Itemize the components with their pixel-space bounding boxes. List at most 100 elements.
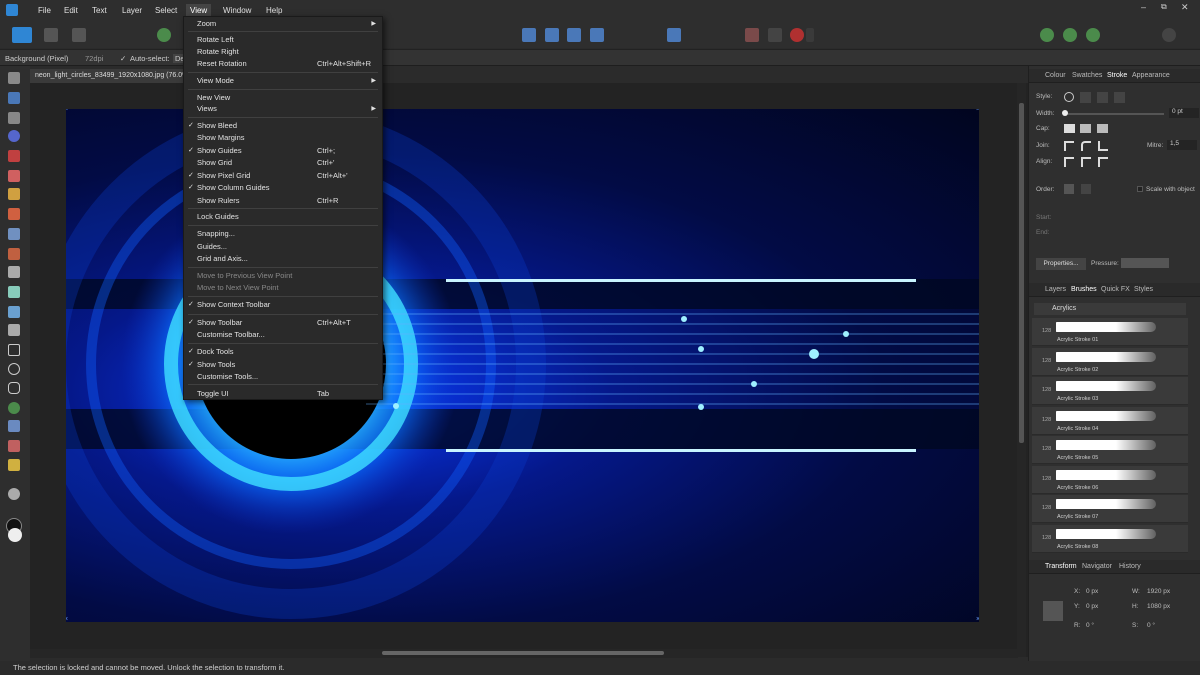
square-cap-icon[interactable] bbox=[1097, 124, 1108, 133]
chevron-down-icon[interactable] bbox=[806, 28, 814, 42]
eyedropper-icon[interactable] bbox=[8, 440, 20, 452]
view-menu-item[interactable]: ✓ Show Bleed bbox=[184, 120, 382, 132]
view-menu-item[interactable]: Views ▶ bbox=[184, 103, 382, 115]
erase-brush-icon[interactable] bbox=[8, 208, 20, 220]
selection-handle-tr[interactable]: × bbox=[976, 109, 979, 113]
view-menu-item[interactable]: Rotate Right bbox=[184, 46, 382, 58]
app-logo-icon[interactable] bbox=[6, 4, 18, 16]
brush-category-dropdown[interactable]: Acrylics bbox=[1034, 303, 1186, 315]
tab-stroke[interactable]: Stroke bbox=[1107, 72, 1127, 79]
pressure-curve[interactable] bbox=[1121, 258, 1169, 268]
no-stroke-icon[interactable] bbox=[1064, 92, 1074, 102]
texture-line-icon[interactable] bbox=[1114, 92, 1125, 103]
bevel-join-icon[interactable] bbox=[1098, 141, 1108, 151]
tab-appearance[interactable]: Appearance bbox=[1132, 72, 1170, 79]
tab-navigator[interactable]: Navigator bbox=[1082, 563, 1112, 570]
properties-button[interactable]: Properties... bbox=[1036, 258, 1086, 270]
butt-cap-icon[interactable] bbox=[1064, 124, 1075, 133]
tab-layers[interactable]: Layers bbox=[1045, 286, 1066, 293]
align-icon[interactable] bbox=[667, 28, 681, 42]
view-menu-item[interactable]: Rotate Left bbox=[184, 34, 382, 46]
view-menu-item[interactable]: ✓ Show Guides Ctrl+; bbox=[184, 145, 382, 157]
crop-icon[interactable] bbox=[745, 28, 759, 42]
tab-styles[interactable]: Styles bbox=[1134, 286, 1153, 293]
minimize-icon[interactable]: – bbox=[1141, 2, 1146, 12]
menu-edit[interactable]: Edit bbox=[60, 4, 82, 18]
miter-join-icon[interactable] bbox=[1064, 141, 1074, 151]
brush-item[interactable]: 128 Acrylic Stroke 02 bbox=[1032, 347, 1188, 376]
rectangle-tool-icon[interactable] bbox=[8, 344, 20, 356]
mesh-warp-icon[interactable] bbox=[8, 402, 20, 414]
restore-icon[interactable]: ⧉ bbox=[1161, 2, 1167, 12]
view-menu-item[interactable]: ✓ Dock Tools bbox=[184, 346, 382, 358]
tab-quick-fx[interactable]: Quick FX bbox=[1101, 286, 1130, 293]
ellipse-tool-icon[interactable] bbox=[8, 363, 20, 375]
pixel-persona-icon[interactable] bbox=[44, 28, 58, 42]
selection-handle-tl[interactable]: × bbox=[66, 109, 69, 113]
horizontal-scrollbar[interactable] bbox=[30, 649, 1018, 658]
menu-select[interactable]: Select bbox=[151, 4, 181, 18]
assistant-icon[interactable] bbox=[1086, 28, 1100, 42]
view-menu-item[interactable]: Snapping... bbox=[184, 228, 382, 240]
flip-horizontal-icon[interactable] bbox=[522, 28, 536, 42]
tab-history[interactable]: History bbox=[1119, 563, 1141, 570]
shape-tool-icon[interactable] bbox=[8, 382, 20, 394]
tab-swatches[interactable]: Swatches bbox=[1072, 72, 1102, 79]
dashed-line-icon[interactable] bbox=[1097, 92, 1108, 103]
selection-handle-bl[interactable]: × bbox=[66, 616, 69, 622]
flip-vertical-icon[interactable] bbox=[545, 28, 559, 42]
gradient-icon[interactable] bbox=[8, 306, 20, 318]
view-menu-item[interactable]: ✓ Show Context Toolbar bbox=[184, 299, 382, 311]
round-cap-icon[interactable] bbox=[1080, 124, 1091, 133]
gear-icon[interactable] bbox=[157, 28, 171, 42]
photo-persona-icon[interactable] bbox=[12, 27, 32, 43]
menu-text[interactable]: Text bbox=[88, 4, 111, 18]
view-menu-item[interactable]: Lock Guides bbox=[184, 211, 382, 223]
zoom-tool-icon[interactable] bbox=[8, 488, 20, 500]
view-menu-item[interactable]: Toggle UI Tab bbox=[184, 388, 382, 400]
view-menu-item[interactable]: Show Rulers Ctrl+R bbox=[184, 195, 382, 207]
round-join-icon[interactable] bbox=[1081, 141, 1091, 151]
smudge-icon[interactable] bbox=[8, 248, 20, 260]
view-menu-item[interactable]: View Mode ▶ bbox=[184, 75, 382, 87]
align-center-icon[interactable] bbox=[1064, 157, 1074, 167]
align-outside-icon[interactable] bbox=[1098, 157, 1108, 167]
quick-mask-icon[interactable] bbox=[1040, 28, 1054, 42]
ruler-icon[interactable] bbox=[8, 459, 20, 471]
rotate-left-icon[interactable] bbox=[567, 28, 581, 42]
h-field[interactable]: 1080 px bbox=[1147, 603, 1170, 610]
order-behind-icon[interactable] bbox=[1064, 184, 1074, 194]
brush-item[interactable]: 128 Acrylic Stroke 06 bbox=[1032, 465, 1188, 494]
menu-layer[interactable]: Layer bbox=[118, 4, 146, 18]
brush-item[interactable]: 128 Acrylic Stroke 01 bbox=[1032, 318, 1188, 346]
y-field[interactable]: 0 px bbox=[1086, 603, 1098, 610]
brush-item[interactable]: 128 Acrylic Stroke 05 bbox=[1032, 436, 1188, 464]
solid-line-icon[interactable] bbox=[1080, 92, 1091, 103]
view-menu-item[interactable]: Show Grid Ctrl+' bbox=[184, 157, 382, 169]
align-inside-icon[interactable] bbox=[1081, 157, 1091, 167]
paint-brush-icon[interactable] bbox=[8, 170, 20, 182]
magnet-icon[interactable] bbox=[790, 28, 804, 42]
view-menu-item[interactable]: Guides... bbox=[184, 241, 382, 253]
view-menu-item[interactable]: ✓ Show Column Guides bbox=[184, 182, 382, 194]
dodge-icon[interactable] bbox=[8, 228, 20, 240]
color-picker-icon[interactable] bbox=[8, 130, 20, 142]
anchor-point-icon[interactable] bbox=[1043, 601, 1063, 621]
view-menu-item[interactable]: Reset Rotation Ctrl+Alt+Shift+R bbox=[184, 58, 382, 70]
healing-icon[interactable] bbox=[8, 286, 20, 298]
order-front-icon[interactable] bbox=[1081, 184, 1091, 194]
crop-tool-icon[interactable] bbox=[8, 324, 20, 336]
move-tool-icon[interactable] bbox=[8, 72, 20, 84]
scale-checkbox[interactable] bbox=[1137, 186, 1143, 192]
view-menu-item[interactable]: Customise Toolbar... bbox=[184, 329, 382, 341]
vertical-scrollbar[interactable] bbox=[1017, 83, 1026, 657]
view-menu-item[interactable]: ✓ Show Pixel Grid Ctrl+Alt+' bbox=[184, 170, 382, 182]
menu-file[interactable]: File bbox=[34, 4, 55, 18]
tab-colour[interactable]: Colour bbox=[1045, 72, 1066, 79]
view-menu-item[interactable]: ✓ Show Tools bbox=[184, 359, 382, 371]
liquify-persona-icon[interactable] bbox=[72, 28, 86, 42]
clone-icon[interactable] bbox=[8, 266, 20, 278]
mitre-field[interactable]: 1,5 bbox=[1167, 140, 1197, 150]
view-menu-item[interactable]: Zoom ▶ bbox=[184, 18, 382, 30]
brush-item[interactable]: 128 Acrylic Stroke 03 bbox=[1032, 377, 1188, 405]
